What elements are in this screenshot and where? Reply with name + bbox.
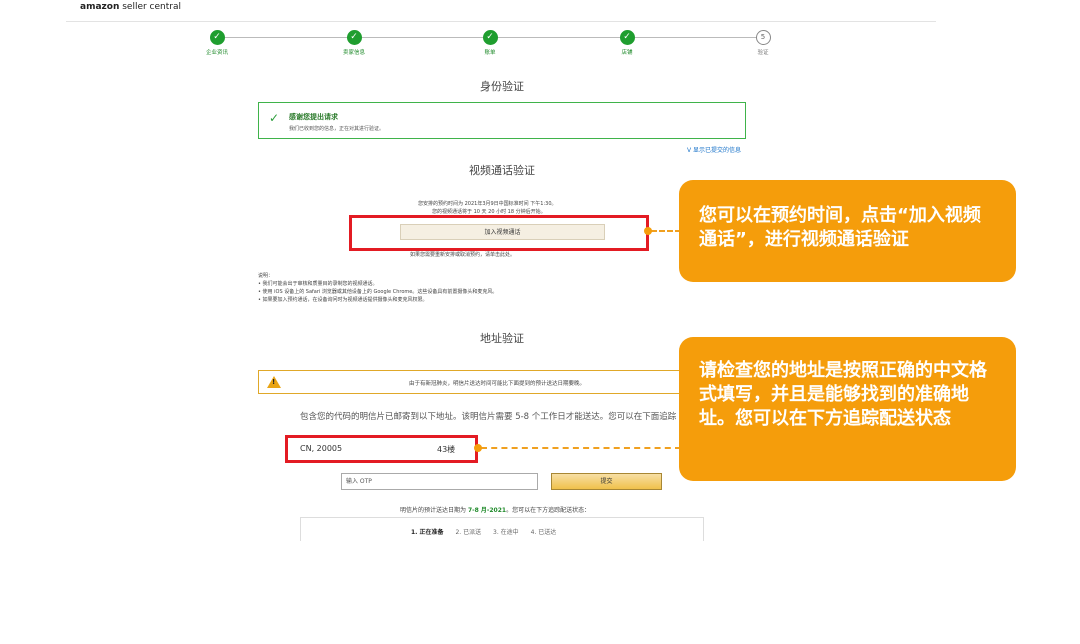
postcard-description: 包含您的代码的明信片已邮寄到以下地址。该明信片需要 5-8 个工作日才能送达。您… — [300, 412, 677, 422]
reschedule-line[interactable]: 如果您需要重新安排或取消预约，请单击此处。 — [410, 251, 515, 258]
step-label: 验证 — [757, 50, 769, 56]
logo-brand: amazon — [80, 2, 120, 12]
step-label: 卖家信息 — [342, 50, 365, 56]
tracking-step: 2. 已派送 — [455, 529, 482, 536]
connector-dot — [474, 444, 482, 452]
step-label: 账单 — [484, 50, 496, 56]
covid-warning-box: ! 由于有新冠肺炎，明信片送达时间可能比下面提到的预计送达日期要晚。 — [258, 370, 688, 394]
appointment-line: 您安排的预约时间为 2021年3月9日中国标准时间 下午1:30。 — [418, 201, 557, 207]
highlight-frame-join — [349, 215, 649, 251]
tracking-steps: 1. 正在准备 2. 已派送 3. 在途中 4. 已送达 — [411, 527, 566, 536]
start-countdown-line: 您的视频通话将于 10 天 20 小时 18 分钟后开始。 — [432, 209, 546, 215]
success-message-box: ✓ 感谢您提出请求 我们已收到您的信息，正在对其进行验证。 — [258, 102, 746, 139]
video-call-title: 视频通话验证 — [469, 164, 535, 177]
step-number: 5 — [755, 30, 771, 45]
callout-video-tip: 您可以在预约时间，点击“加入视频通话”，进行视频通话验证 — [679, 180, 1016, 282]
check-icon: ✓ — [209, 30, 225, 45]
highlight-frame-address — [285, 435, 478, 463]
success-text: 我们已收到您的信息，正在对其进行验证。 — [289, 126, 385, 132]
step-billing: ✓ 账单 — [460, 30, 520, 56]
note-item: • 我们可能会出于审核和质量目的录制您的视频通话。 — [258, 281, 378, 287]
estimated-delivery: 明信片的预计送达日期为 7-8 月-2021。您可以在下方追踪配送状态： — [400, 505, 590, 514]
submit-button[interactable]: 提交 — [551, 473, 662, 490]
address-title: 地址验证 — [480, 332, 524, 345]
identity-title: 身份验证 — [480, 80, 524, 93]
step-verification: 5 验证 — [733, 30, 793, 56]
warning-icon: ! — [267, 376, 281, 388]
check-icon: ✓ — [482, 30, 498, 45]
notes-block: 说明： • 我们可能会出于审核和质量目的录制您的视频通话。 • 使用 iOS 设… — [258, 272, 497, 304]
delivery-prefix: 明信片的预计送达日期为 — [400, 507, 467, 514]
success-title: 感谢您提出请求 — [289, 113, 338, 121]
amazon-seller-central-logo[interactable]: amazon seller central — [80, 2, 181, 12]
check-icon: ✓ — [269, 111, 280, 125]
note-item: • 如果要加入预约通话，在设备询问时为视频通话提供摄像头和麦克风权限。 — [258, 297, 428, 303]
warning-text: 由于有新冠肺炎，明信片送达时间可能比下面提到的预计送达日期要晚。 — [409, 381, 586, 387]
step-label: 店铺 — [621, 50, 633, 56]
step-business-info: ✓ 企业资讯 — [187, 30, 247, 56]
delivery-date: 7-8 月-2021 — [467, 507, 507, 514]
callout-connector-address — [481, 447, 681, 449]
connector-dot — [644, 227, 652, 235]
show-submitted-info-link[interactable]: V 显示已提交的信息 — [687, 145, 741, 154]
tracking-step: 1. 正在准备 — [411, 529, 444, 536]
callout-connector-video — [651, 230, 681, 232]
step-label: 企业资讯 — [205, 50, 228, 56]
check-icon: ✓ — [346, 30, 362, 45]
logo-suffix: seller central — [119, 2, 181, 12]
step-store: ✓ 店铺 — [597, 30, 657, 56]
note-item: • 使用 iOS 设备上的 Safari 浏览器或其他设备上的 Google C… — [258, 289, 498, 295]
otp-input[interactable]: 输入 OTP — [341, 473, 538, 490]
tracking-step: 3. 在途中 — [493, 529, 519, 536]
check-icon: ✓ — [619, 30, 635, 45]
tracking-step: 4. 已送达 — [530, 529, 557, 536]
callout-address-tip: 请检查您的地址是按照正确的中文格式填写，并且是能够找到的准确地址。您可以在下方追… — [679, 337, 1016, 481]
notes-title: 说明： — [258, 273, 274, 279]
tracking-status-box: 1. 正在准备 2. 已派送 3. 在途中 4. 已送达 — [300, 517, 704, 541]
top-bar: amazon seller central — [66, 0, 936, 22]
step-seller-info: ✓ 卖家信息 — [324, 30, 384, 56]
delivery-suffix: 。您可以在下方追踪配送状态： — [506, 507, 591, 514]
